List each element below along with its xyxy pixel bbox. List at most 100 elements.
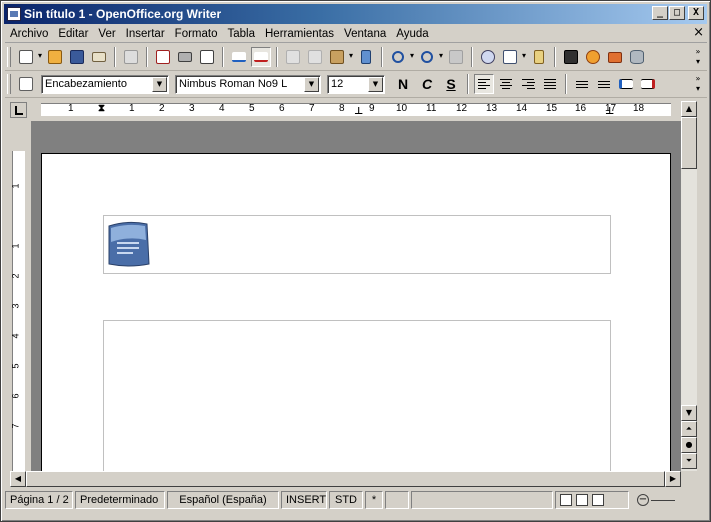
menu-ventana[interactable]: Ventana — [339, 28, 391, 40]
navigator-icon[interactable] — [478, 47, 498, 67]
close-button[interactable]: X — [688, 6, 704, 20]
save-icon[interactable] — [67, 47, 87, 67]
increase-indent-icon[interactable] — [638, 74, 658, 94]
book-view-icon[interactable] — [592, 494, 604, 506]
draw-functions-icon[interactable] — [529, 47, 549, 67]
clone-format-icon[interactable] — [356, 47, 376, 67]
multi-page-view-icon[interactable] — [576, 494, 588, 506]
close-document-icon[interactable]: × — [693, 26, 704, 39]
database-icon[interactable] — [627, 47, 647, 67]
print-icon[interactable] — [175, 47, 195, 67]
edit-file-icon[interactable] — [121, 47, 141, 67]
ruler-number: 5 — [249, 103, 255, 114]
undo-icon[interactable] — [388, 47, 414, 67]
align-center-icon[interactable] — [496, 74, 516, 94]
scroll-up-icon[interactable]: ▲ — [681, 101, 697, 117]
language-indicator[interactable]: Español (España) — [167, 491, 279, 509]
font-size-select[interactable]: 12 ▼ — [327, 74, 385, 94]
signature-indicator[interactable] — [385, 491, 409, 509]
insert-mode-indicator[interactable]: INSERT — [281, 491, 327, 509]
open-icon[interactable] — [45, 47, 65, 67]
cut-icon[interactable] — [283, 47, 303, 67]
scroll-down-icon[interactable]: ▼ — [681, 405, 697, 421]
ruler-number: 2 — [10, 273, 21, 279]
view-layout-cell — [555, 491, 629, 509]
navigation-icon[interactable]: ● — [681, 437, 697, 453]
menu-editar[interactable]: Editar — [53, 28, 93, 40]
ruler-number: 7 — [309, 103, 315, 114]
horizontal-scrollbar[interactable]: ◀ ▶ — [10, 471, 681, 487]
menu-insertar[interactable]: Insertar — [121, 28, 170, 40]
gallery-icon[interactable] — [583, 47, 603, 67]
autospellcheck-icon[interactable] — [251, 47, 271, 67]
page-style-indicator[interactable]: Predeterminado — [75, 491, 165, 509]
table-icon[interactable] — [500, 47, 526, 67]
menu-herramientas[interactable]: Herramientas — [260, 28, 339, 40]
menu-ver[interactable]: Ver — [93, 28, 120, 40]
page-preview-icon[interactable] — [197, 47, 217, 67]
justify-icon[interactable] — [540, 74, 560, 94]
chevron-down-icon[interactable]: ▼ — [152, 76, 167, 92]
document-area[interactable] — [31, 121, 681, 471]
page-body[interactable] — [103, 320, 611, 471]
vertical-ruler[interactable]: 1 1 2 3 4 5 6 7 — [10, 151, 27, 471]
writer-app-icon[interactable] — [7, 7, 21, 21]
chevron-down-icon[interactable]: ▼ — [368, 76, 383, 92]
stylist-icon[interactable] — [16, 74, 36, 94]
align-left-icon[interactable] — [474, 74, 494, 94]
zoom-out-icon[interactable]: − — [637, 494, 649, 506]
paragraph-style-select[interactable]: Encabezamiento ▼ — [41, 74, 169, 94]
chevron-down-icon[interactable]: ▼ — [304, 76, 319, 92]
spellcheck-icon[interactable] — [229, 47, 249, 67]
horizontal-ruler[interactable]: 1 ⧗ 1 2 3 4 5 6 7 8 ⊥ 9 10 11 12 13 14 1… — [31, 101, 681, 119]
email-icon[interactable] — [89, 47, 109, 67]
document-page[interactable] — [41, 153, 671, 471]
hyperlink-icon[interactable] — [446, 47, 466, 67]
datasources-icon[interactable] — [605, 47, 625, 67]
horizontal-scroll-thumb[interactable] — [26, 471, 665, 487]
center-tab-marker[interactable]: ⊥ — [354, 106, 363, 117]
underline-button[interactable]: S — [440, 74, 462, 94]
right-tab-marker[interactable]: ⊥ — [605, 106, 614, 117]
find-icon[interactable] — [561, 47, 581, 67]
toolbar-separator — [467, 74, 469, 94]
menu-tabla[interactable]: Tabla — [223, 28, 261, 40]
italic-button[interactable]: C — [416, 74, 438, 94]
decrease-indent-icon[interactable] — [616, 74, 636, 94]
maximize-button[interactable]: □ — [669, 6, 685, 20]
page-header[interactable] — [103, 215, 611, 274]
vertical-scrollbar[interactable]: ▲ ▼ ⏶ ● ⏷ — [681, 101, 697, 471]
copy-icon[interactable] — [305, 47, 325, 67]
toolbar-overflow-icon[interactable]: » ▾ — [693, 47, 703, 69]
zoom-slider[interactable] — [651, 499, 675, 501]
align-right-icon[interactable] — [518, 74, 538, 94]
toolbar-overflow-icon[interactable]: » ▾ — [693, 74, 703, 96]
numbering-icon[interactable] — [572, 74, 592, 94]
font-name-select[interactable]: Nimbus Roman No9 L ▼ — [175, 74, 321, 94]
menu-archivo[interactable]: Archivo — [5, 28, 53, 40]
previous-page-icon[interactable]: ⏶ — [681, 421, 697, 437]
single-page-view-icon[interactable] — [560, 494, 572, 506]
page-indicator[interactable]: Página 1 / 2 — [5, 491, 73, 509]
paste-icon[interactable] — [327, 47, 353, 67]
title-bar[interactable]: Sin título 1 - OpenOffice.org Writer _ □… — [4, 4, 707, 24]
bullets-icon[interactable] — [594, 74, 614, 94]
redo-icon[interactable] — [417, 47, 443, 67]
ruler-number: 3 — [10, 303, 21, 309]
toolbar-grip[interactable] — [7, 47, 11, 67]
vertical-scroll-thumb[interactable] — [681, 117, 697, 169]
selection-mode-indicator[interactable]: STD — [329, 491, 363, 509]
menu-ayuda[interactable]: Ayuda — [391, 28, 433, 40]
scroll-left-icon[interactable]: ◀ — [10, 471, 26, 487]
toolbar-separator — [471, 47, 473, 67]
tab-stop-selector[interactable] — [10, 102, 27, 118]
bold-button[interactable]: N — [392, 74, 414, 94]
toolbar-grip[interactable] — [7, 74, 11, 94]
new-icon[interactable] — [16, 47, 42, 67]
export-pdf-icon[interactable] — [153, 47, 173, 67]
minimize-button[interactable]: _ — [652, 6, 668, 20]
left-indent-marker[interactable]: ⧗ — [98, 103, 105, 114]
next-page-icon[interactable]: ⏷ — [681, 453, 697, 469]
scroll-right-icon[interactable]: ▶ — [665, 471, 681, 487]
menu-formato[interactable]: Formato — [170, 28, 223, 40]
